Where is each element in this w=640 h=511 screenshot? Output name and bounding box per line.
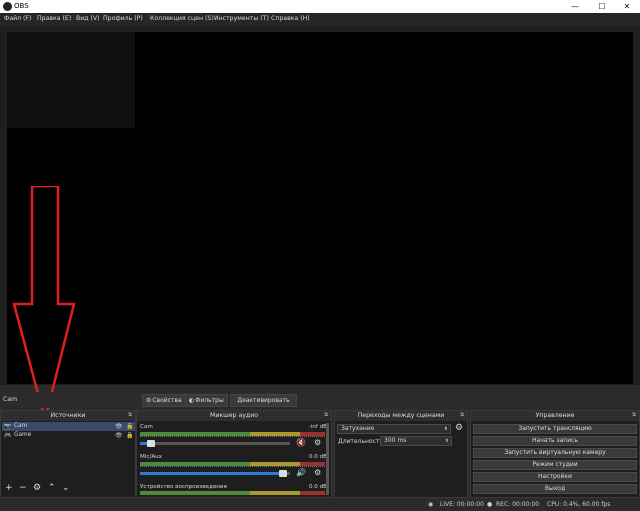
transitions-title: Переходы между сценами bbox=[335, 411, 467, 421]
status-bar: ◉ LIVE: 00:00:00 ● REC: 00:00:00 CPU: 0.… bbox=[0, 498, 640, 511]
transition-select[interactable]: Затухание ⬍ bbox=[337, 424, 451, 434]
gear-icon[interactable]: ⚙ bbox=[314, 438, 321, 447]
gamepad-icon: 🎮 bbox=[4, 432, 12, 439]
sources-dock: Источники ⧉ 📷 Cam 👁 🔒 🎮 Game 👁 🔒 + − ⚙ ⌃… bbox=[0, 410, 136, 498]
start-virtual-camera-button[interactable]: Запустить виртуальную камеру bbox=[473, 448, 637, 458]
duration-spinbox[interactable]: 300 ms ⬍ bbox=[380, 436, 452, 446]
rec-timer: REC: 00:00:00 bbox=[496, 501, 540, 508]
audio-mixer-dock: Микшер аудио ⧉ Cam -inf dB 🔇 ⚙ Mic/Aux 0… bbox=[136, 410, 332, 498]
live-icon: ◉ bbox=[428, 501, 434, 508]
channel-name: Cam bbox=[140, 424, 153, 430]
volume-meter bbox=[140, 491, 325, 495]
lock-icon[interactable]: 🔒 bbox=[126, 431, 133, 440]
mixer-title: Микшер аудио bbox=[137, 411, 331, 421]
window-title: OBS bbox=[14, 2, 29, 10]
settings-button[interactable]: Настройки bbox=[473, 472, 637, 482]
menu-view[interactable]: Вид (V) bbox=[76, 15, 100, 22]
remove-source-button[interactable]: − bbox=[19, 483, 27, 493]
start-recording-button[interactable]: Начать запись bbox=[473, 436, 637, 446]
mixer-channel-mic-aux: Mic/Aux 0.0 dB 🔊 ⚙ bbox=[140, 454, 327, 480]
source-item-cam[interactable]: 📷 Cam 👁 🔒 bbox=[2, 422, 135, 431]
lock-icon[interactable]: 🔒 bbox=[126, 422, 133, 431]
dock-float-icon[interactable]: ⧉ bbox=[632, 412, 636, 418]
cpu-fps: CPU: 0.4%, 60.00 fps bbox=[547, 501, 611, 508]
gear-icon[interactable]: ⚙ bbox=[33, 483, 41, 493]
source-label: Game bbox=[14, 432, 32, 438]
gear-icon: ⚙ bbox=[146, 397, 152, 404]
menu-help[interactable]: Справка (H) bbox=[271, 15, 310, 22]
source-tools: + − ⚙ ⌃ ⌄ bbox=[1, 483, 135, 497]
eye-icon[interactable]: 👁 bbox=[115, 422, 123, 431]
sources-title: Источники bbox=[1, 411, 135, 421]
dock-float-icon[interactable]: ⧉ bbox=[460, 412, 464, 418]
exit-button[interactable]: Выход bbox=[473, 484, 637, 494]
updown-arrows-icon: ⬍ bbox=[443, 426, 448, 432]
camera-icon: 📷 bbox=[4, 423, 12, 430]
deactivate-button[interactable]: Деактивировать bbox=[230, 394, 297, 407]
properties-button[interactable]: ⚙Свойства bbox=[142, 394, 186, 407]
rec-icon: ● bbox=[487, 501, 493, 508]
mixer-scrollbar[interactable] bbox=[326, 423, 329, 495]
filter-icon: ◐ bbox=[189, 397, 195, 404]
speaker-muted-icon[interactable]: 🔇 bbox=[296, 438, 306, 447]
speaker-icon[interactable]: 🔊 bbox=[296, 468, 306, 477]
volume-slider[interactable] bbox=[140, 470, 290, 477]
menu-tools[interactable]: Инструменты (T) bbox=[214, 15, 269, 22]
filters-button[interactable]: ◐Фильтры bbox=[185, 394, 228, 407]
red-down-arrow-icon bbox=[12, 186, 76, 422]
dock-float-icon[interactable]: ⧉ bbox=[324, 412, 328, 418]
obs-logo-icon bbox=[3, 2, 12, 11]
volume-slider[interactable] bbox=[140, 440, 290, 447]
channel-db: 0.0 dB bbox=[308, 454, 327, 460]
controls-dock: Управление ⧉ Запустить трансляцию Начать… bbox=[470, 410, 640, 498]
scene-transitions-dock: Переходы между сценами ⧉ Затухание ⬍ ⚙ Д… bbox=[334, 410, 468, 498]
move-down-icon[interactable]: ⌄ bbox=[62, 483, 70, 493]
controls-title: Управление bbox=[471, 411, 639, 421]
current-source-name: Cam bbox=[3, 396, 18, 403]
live-timer: LIVE: 00:00:00 bbox=[440, 501, 484, 508]
channel-name: Mic/Aux bbox=[140, 454, 163, 460]
maximize-button[interactable]: ☐ bbox=[589, 0, 615, 13]
channel-db: 0.0 dB bbox=[308, 484, 327, 490]
minimize-button[interactable]: — bbox=[562, 0, 588, 13]
studio-mode-button[interactable]: Режим студии bbox=[473, 460, 637, 470]
mixer-channel-cam: Cam -inf dB 🔇 ⚙ bbox=[140, 424, 327, 450]
move-up-icon[interactable]: ⌃ bbox=[48, 483, 56, 493]
duration-label: Длительность bbox=[338, 438, 383, 445]
gear-icon[interactable]: ⚙ bbox=[314, 468, 321, 477]
menu-edit[interactable]: Правка (E) bbox=[37, 15, 71, 22]
mixer-channel-desktop-audio: Устройство воспроизведения 0.0 dB bbox=[140, 484, 327, 496]
channel-name: Устройство воспроизведения bbox=[140, 484, 227, 490]
eye-icon[interactable]: 👁 bbox=[115, 431, 123, 440]
channel-db: -inf dB bbox=[308, 424, 327, 430]
preview-area bbox=[0, 25, 640, 385]
gear-icon[interactable]: ⚙ bbox=[455, 423, 463, 433]
preview-source-box[interactable] bbox=[7, 32, 135, 128]
menu-profile[interactable]: Профиль (P) bbox=[103, 15, 143, 22]
add-source-button[interactable]: + bbox=[5, 483, 13, 493]
start-streaming-button[interactable]: Запустить трансляцию bbox=[473, 424, 637, 434]
updown-arrows-icon: ⬍ bbox=[444, 438, 449, 444]
menu-scene-collection[interactable]: Коллекция сцен (S) bbox=[150, 15, 214, 22]
title-bar: OBS — ☐ ✕ bbox=[0, 0, 640, 13]
menu-file[interactable]: Файл (F) bbox=[4, 15, 31, 22]
dock-float-icon[interactable]: ⧉ bbox=[128, 412, 132, 418]
menu-bar: Файл (F) Правка (E) Вид (V) Профиль (P) … bbox=[0, 13, 640, 25]
source-toolbar: Cam ⚙Свойства ◐Фильтры Деактивировать bbox=[0, 392, 640, 408]
close-button[interactable]: ✕ bbox=[614, 0, 640, 13]
preview-canvas[interactable] bbox=[7, 32, 633, 384]
source-item-game[interactable]: 🎮 Game 👁 🔒 bbox=[2, 431, 135, 440]
source-label: Cam bbox=[14, 423, 28, 429]
